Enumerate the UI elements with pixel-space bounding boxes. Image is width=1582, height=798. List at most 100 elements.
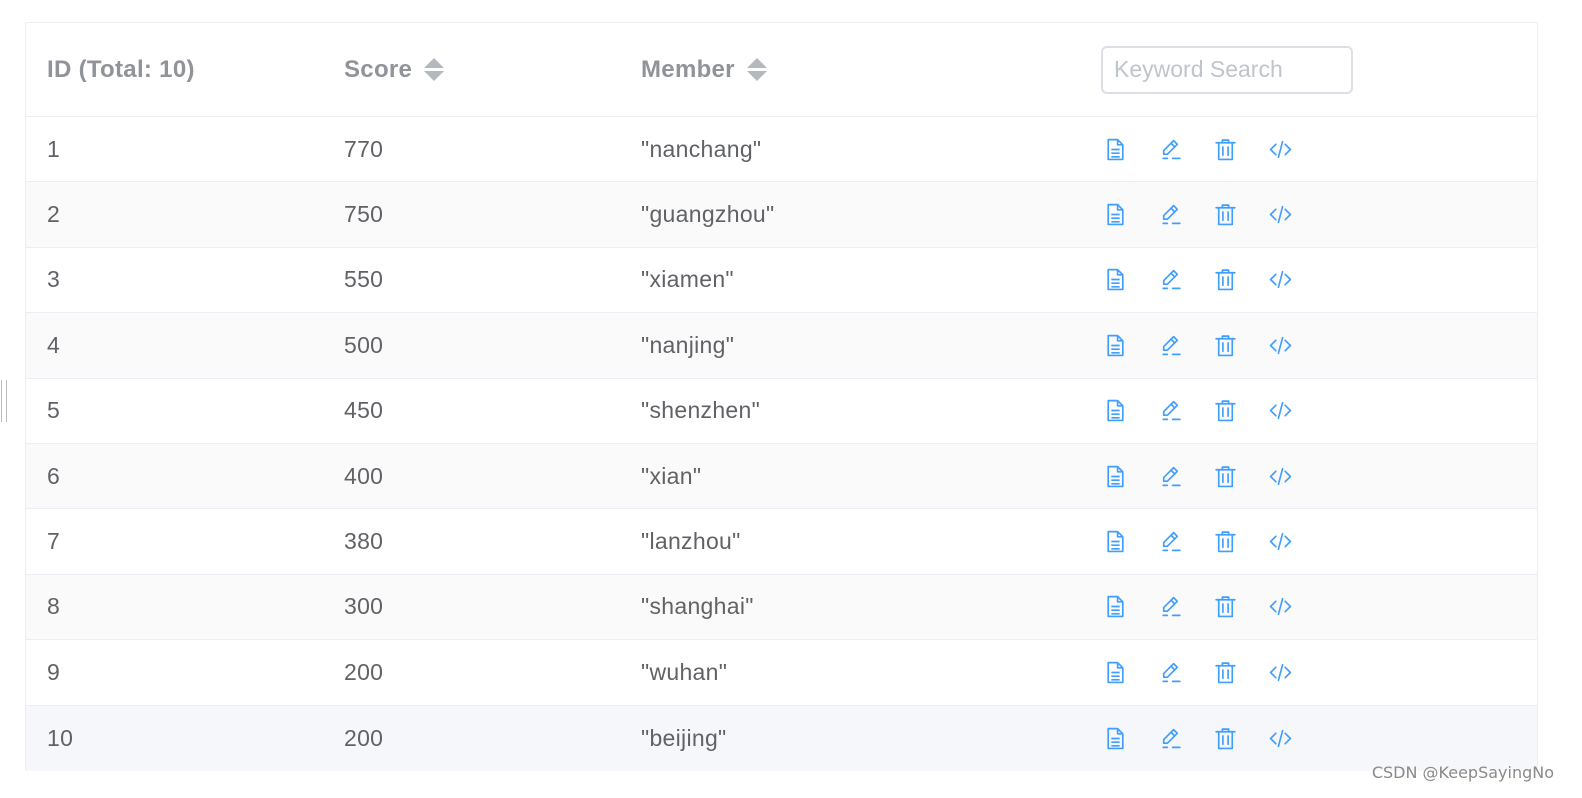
table-row[interactable]: 6 400 "xian" [26,444,1537,510]
keyword-search-input[interactable] [1101,45,1353,94]
code-icon[interactable] [1268,529,1293,554]
code-icon[interactable] [1268,660,1293,685]
code-icon[interactable] [1268,267,1293,292]
cell-member: "shenzhen" [641,397,761,424]
cell-member: "lanzhou" [641,528,741,555]
cell-actions [1101,182,1293,246]
cell-id: 3 [47,266,61,293]
column-header-score-label: Score [344,55,413,83]
cell-member: "xiamen" [641,266,734,293]
pane-resize-handle[interactable] [0,380,9,422]
cell-id: 5 [47,397,61,424]
cell-actions [1101,509,1293,573]
cell-id: 10 [47,724,74,751]
code-icon[interactable] [1268,726,1293,751]
cell-id: 4 [47,331,61,358]
cell-score: 300 [344,593,384,620]
delete-icon[interactable] [1213,267,1238,292]
cell-member: "nanchang" [641,135,762,162]
document-icon[interactable] [1103,660,1128,685]
edit-icon[interactable] [1158,726,1183,751]
cell-actions [1101,313,1293,377]
cell-score: 770 [344,135,384,162]
delete-icon[interactable] [1213,726,1238,751]
column-header-id: ID (Total: 10) [47,55,195,83]
column-header-actions [1101,23,1353,116]
table-row[interactable]: 5 450 "shenzhen" [26,379,1537,444]
code-icon[interactable] [1268,398,1293,423]
delete-icon[interactable] [1213,464,1238,489]
document-icon[interactable] [1103,464,1128,489]
zset-members-table: ID (Total: 10) Score Member 1 770 "nanchan… [25,22,1538,771]
cell-member: "guangzhou" [641,201,775,228]
cell-id: 6 [47,462,61,489]
table-row[interactable]: 8 300 "shanghai" [26,574,1537,641]
cell-score: 380 [344,528,384,555]
code-icon[interactable] [1268,137,1293,162]
cell-actions [1101,640,1293,704]
table-row[interactable]: 4 500 "nanjing" [26,313,1537,379]
document-icon[interactable] [1103,726,1128,751]
cell-score: 500 [344,331,384,358]
delete-icon[interactable] [1213,333,1238,358]
table-row[interactable]: 10 200 "beijing" [26,705,1537,771]
cell-score: 450 [344,397,384,424]
cell-score: 550 [344,266,384,293]
edit-icon[interactable] [1158,398,1183,423]
code-icon[interactable] [1268,464,1293,489]
column-header-member[interactable]: Member [641,23,767,116]
column-header-score[interactable]: Score [344,23,445,116]
edit-icon[interactable] [1158,202,1183,227]
cell-actions [1101,444,1293,508]
cell-actions [1101,117,1293,181]
edit-icon[interactable] [1158,529,1183,554]
table-row[interactable]: 7 380 "lanzhou" [26,509,1537,575]
sort-member-icon[interactable] [746,58,767,81]
document-icon[interactable] [1103,529,1128,554]
cell-actions [1101,248,1293,312]
table-row[interactable]: 2 750 "guangzhou" [26,182,1537,248]
edit-icon[interactable] [1158,464,1183,489]
column-header-member-label: Member [641,55,735,83]
cell-actions [1101,379,1293,443]
cell-id: 1 [47,135,61,162]
sort-score-icon[interactable] [424,58,445,81]
table-row[interactable]: 9 200 "wuhan" [26,640,1537,706]
edit-icon[interactable] [1158,333,1183,358]
watermark: CSDN @KeepSayingNo [1371,763,1554,782]
cell-id: 2 [47,201,61,228]
table-row[interactable]: 1 770 "nanchang" [26,117,1537,183]
delete-icon[interactable] [1213,660,1238,685]
delete-icon[interactable] [1213,529,1238,554]
code-icon[interactable] [1268,594,1293,619]
code-icon[interactable] [1268,202,1293,227]
edit-icon[interactable] [1158,660,1183,685]
cell-id: 9 [47,658,61,685]
document-icon[interactable] [1103,333,1128,358]
document-icon[interactable] [1103,594,1128,619]
edit-icon[interactable] [1158,137,1183,162]
delete-icon[interactable] [1213,398,1238,423]
cell-member: "shanghai" [641,593,754,620]
table-header: ID (Total: 10) Score Member [26,23,1537,117]
document-icon[interactable] [1103,202,1128,227]
table-row[interactable]: 3 550 "xiamen" [26,248,1537,314]
delete-icon[interactable] [1213,594,1238,619]
cell-actions [1101,706,1293,771]
document-icon[interactable] [1103,267,1128,292]
document-icon[interactable] [1103,137,1128,162]
delete-icon[interactable] [1213,137,1238,162]
cell-id: 7 [47,528,61,555]
code-icon[interactable] [1268,333,1293,358]
cell-score: 750 [344,201,384,228]
edit-icon[interactable] [1158,594,1183,619]
delete-icon[interactable] [1213,202,1238,227]
cell-member: "beijing" [641,724,727,751]
document-icon[interactable] [1103,398,1128,423]
cell-score: 400 [344,462,384,489]
edit-icon[interactable] [1158,267,1183,292]
cell-actions [1101,575,1293,639]
cell-member: "wuhan" [641,658,728,685]
cell-member: "xian" [641,462,702,489]
cell-member: "nanjing" [641,331,735,358]
